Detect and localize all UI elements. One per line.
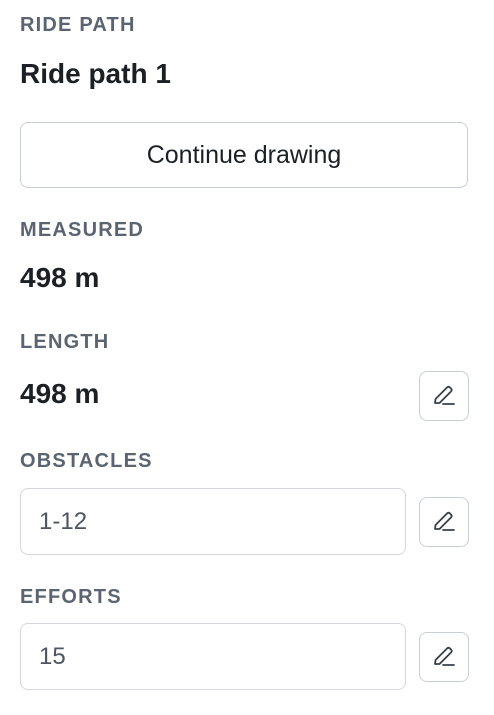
obstacles-value: 1-12 [39,507,88,535]
pencil-icon [431,509,457,535]
ride-path-section-label: RIDE PATH [20,14,136,36]
length-label: LENGTH [20,331,110,353]
pencil-icon [431,383,457,409]
continue-drawing-button[interactable]: Continue drawing [20,122,468,188]
ride-path-name: Ride path 1 [20,58,171,89]
edit-efforts-button[interactable] [419,632,469,682]
efforts-value: 15 [39,642,66,670]
efforts-field[interactable]: 15 [20,623,406,690]
length-value: 498 m [20,378,100,409]
pencil-icon [431,644,457,670]
obstacles-label: OBSTACLES [20,450,153,472]
efforts-label: EFFORTS [20,586,122,608]
measured-label: MEASURED [20,219,145,241]
edit-obstacles-button[interactable] [419,497,469,547]
edit-length-button[interactable] [419,371,469,421]
continue-drawing-label: Continue drawing [146,140,342,169]
obstacles-field[interactable]: 1-12 [20,488,406,555]
measured-value: 498 m [20,262,100,293]
